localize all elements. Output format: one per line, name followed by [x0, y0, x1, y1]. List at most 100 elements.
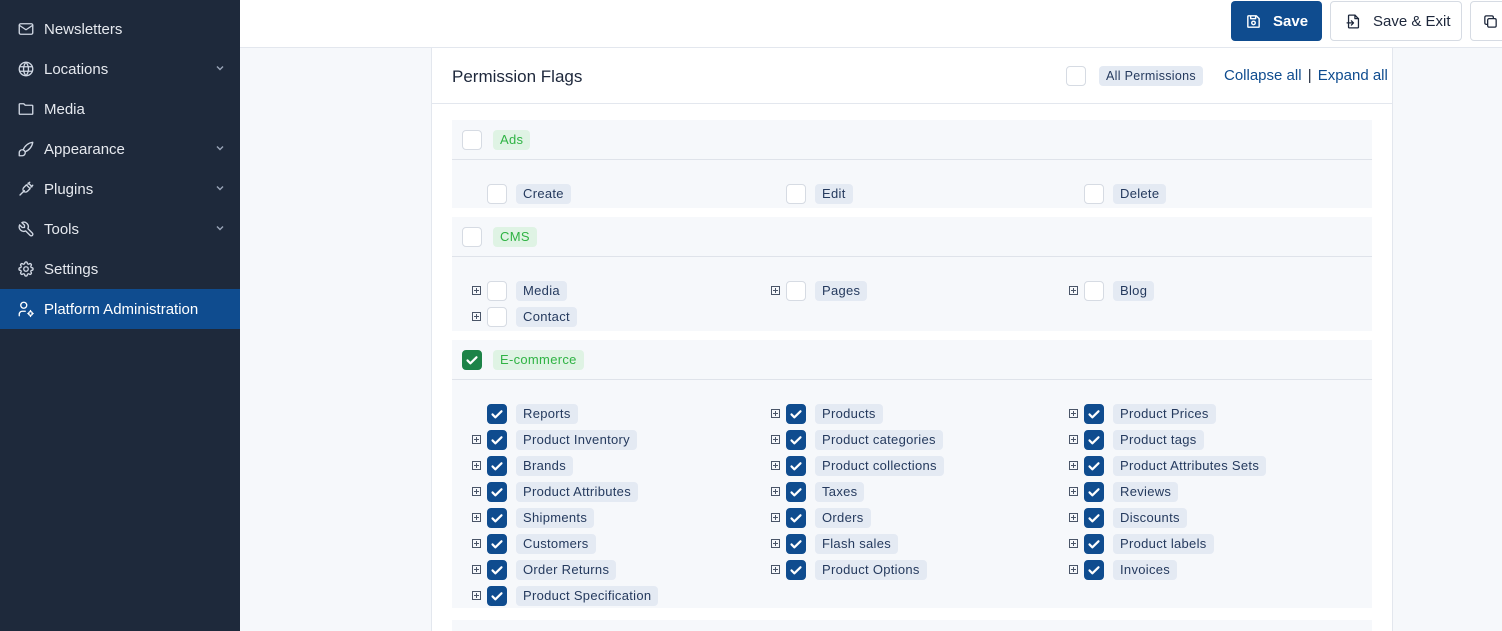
permission-checkbox[interactable]: [487, 404, 507, 424]
expand-toggle-icon[interactable]: [771, 487, 780, 496]
permission-label[interactable]: Brands: [516, 456, 573, 476]
permission-label[interactable]: Product tags: [1113, 430, 1204, 450]
permission-checkbox[interactable]: [786, 534, 806, 554]
permission-label[interactable]: Reports: [516, 404, 578, 424]
save-exit-button[interactable]: Save & Exit: [1330, 1, 1462, 41]
expand-toggle-icon[interactable]: [1069, 409, 1078, 418]
permission-checkbox[interactable]: [487, 281, 507, 301]
group-checkbox[interactable]: [462, 130, 482, 150]
permission-label[interactable]: Product collections: [815, 456, 944, 476]
expand-all-link[interactable]: Expand all: [1318, 67, 1388, 84]
permission-label[interactable]: Pages: [815, 281, 868, 301]
permission-checkbox[interactable]: [786, 404, 806, 424]
sidebar-item-newsletters[interactable]: Newsletters: [0, 9, 240, 49]
expand-toggle-icon[interactable]: [771, 565, 780, 574]
group-checkbox[interactable]: [462, 350, 482, 370]
expand-toggle-icon[interactable]: [1069, 565, 1078, 574]
permission-checkbox[interactable]: [1084, 404, 1104, 424]
expand-toggle-icon[interactable]: [1069, 286, 1078, 295]
sidebar-item-media[interactable]: Media: [0, 89, 240, 129]
expand-toggle-icon[interactable]: [472, 435, 481, 444]
permission-checkbox[interactable]: [786, 430, 806, 450]
permission-label[interactable]: Product categories: [815, 430, 943, 450]
permission-checkbox[interactable]: [487, 184, 507, 204]
permission-checkbox[interactable]: [786, 281, 806, 301]
group-checkbox[interactable]: [462, 227, 482, 247]
all-permissions-checkbox[interactable]: [1066, 66, 1086, 86]
expand-toggle-icon[interactable]: [472, 461, 481, 470]
permission-checkbox[interactable]: [1084, 482, 1104, 502]
permission-checkbox[interactable]: [487, 560, 507, 580]
permission-label[interactable]: Contact: [516, 307, 577, 327]
permission-label[interactable]: Product Specification: [516, 586, 659, 606]
sidebar-item-appearance[interactable]: Appearance: [0, 129, 240, 169]
expand-toggle-icon[interactable]: [472, 487, 481, 496]
permission-checkbox[interactable]: [1084, 430, 1104, 450]
permission-checkbox[interactable]: [1084, 534, 1104, 554]
permission-checkbox[interactable]: [1084, 560, 1104, 580]
permission-label[interactable]: Shipments: [516, 508, 595, 528]
sidebar-item-tools[interactable]: Tools: [0, 209, 240, 249]
permission-checkbox[interactable]: [786, 560, 806, 580]
collapse-all-link[interactable]: Collapse all: [1224, 67, 1302, 84]
group-label[interactable]: E-commerce: [493, 350, 584, 370]
sidebar-item-locations[interactable]: Locations: [0, 49, 240, 89]
expand-toggle-icon[interactable]: [472, 539, 481, 548]
permission-label[interactable]: Invoices: [1113, 560, 1178, 580]
permission-label[interactable]: Taxes: [815, 482, 865, 502]
expand-toggle-icon[interactable]: [472, 513, 481, 522]
permission-label[interactable]: Product Options: [815, 560, 927, 580]
save-button[interactable]: Save: [1231, 1, 1322, 41]
expand-toggle-icon[interactable]: [472, 591, 481, 600]
permission-checkbox[interactable]: [786, 508, 806, 528]
permission-checkbox[interactable]: [1084, 281, 1104, 301]
permission-label[interactable]: Delete: [1113, 184, 1167, 204]
permission-label[interactable]: Orders: [815, 508, 871, 528]
permission-label[interactable]: Product labels: [1113, 534, 1214, 554]
permission-label[interactable]: Product Attributes Sets: [1113, 456, 1267, 476]
permission-checkbox[interactable]: [786, 456, 806, 476]
expand-toggle-icon[interactable]: [1069, 461, 1078, 470]
expand-toggle-icon[interactable]: [771, 513, 780, 522]
permission-checkbox[interactable]: [786, 482, 806, 502]
permission-label[interactable]: Discounts: [1113, 508, 1187, 528]
expand-toggle-icon[interactable]: [472, 286, 481, 295]
permission-checkbox[interactable]: [1084, 184, 1104, 204]
permission-checkbox[interactable]: [487, 482, 507, 502]
group-label[interactable]: CMS: [493, 227, 537, 247]
permission-label[interactable]: Customers: [516, 534, 596, 554]
expand-toggle-icon[interactable]: [1069, 513, 1078, 522]
permission-label[interactable]: Product Prices: [1113, 404, 1216, 424]
expand-toggle-icon[interactable]: [771, 539, 780, 548]
sidebar-item-settings[interactable]: Settings: [0, 249, 240, 289]
permission-label[interactable]: Order Returns: [516, 560, 617, 580]
expand-toggle-icon[interactable]: [472, 565, 481, 574]
expand-toggle-icon[interactable]: [771, 286, 780, 295]
permission-label[interactable]: Products: [815, 404, 883, 424]
permission-checkbox[interactable]: [786, 184, 806, 204]
duplicate-button[interactable]: [1470, 1, 1502, 41]
expand-toggle-icon[interactable]: [771, 435, 780, 444]
permission-checkbox[interactable]: [1084, 508, 1104, 528]
expand-toggle-icon[interactable]: [1069, 487, 1078, 496]
permission-label[interactable]: Edit: [815, 184, 853, 204]
permission-label[interactable]: Reviews: [1113, 482, 1179, 502]
permission-checkbox[interactable]: [1084, 456, 1104, 476]
permission-label[interactable]: Media: [516, 281, 567, 301]
expand-toggle-icon[interactable]: [1069, 539, 1078, 548]
permission-label[interactable]: Flash sales: [815, 534, 899, 554]
permission-checkbox[interactable]: [487, 508, 507, 528]
sidebar-item-plugins[interactable]: Plugins: [0, 169, 240, 209]
sidebar-item-platform-administration[interactable]: Platform Administration: [0, 289, 240, 329]
all-permissions-label[interactable]: All Permissions: [1099, 66, 1203, 86]
permission-label[interactable]: Product Attributes: [516, 482, 639, 502]
expand-toggle-icon[interactable]: [771, 409, 780, 418]
permission-checkbox[interactable]: [487, 534, 507, 554]
permission-checkbox[interactable]: [487, 430, 507, 450]
permission-checkbox[interactable]: [487, 586, 507, 606]
expand-toggle-icon[interactable]: [771, 461, 780, 470]
group-label[interactable]: Ads: [493, 130, 531, 150]
permission-label[interactable]: Blog: [1113, 281, 1155, 301]
permission-checkbox[interactable]: [487, 307, 507, 327]
permission-label[interactable]: Create: [516, 184, 571, 204]
